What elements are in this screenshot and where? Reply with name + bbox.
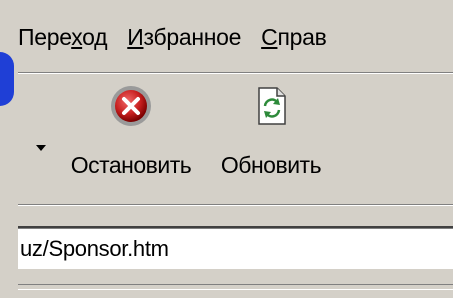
menu-bar: Переход Избранное Справ xyxy=(18,0,453,74)
addressbar-separator xyxy=(18,284,453,290)
refresh-button[interactable]: Обновить xyxy=(201,84,341,179)
refresh-icon xyxy=(258,87,286,125)
menu-item-go[interactable]: Переход xyxy=(18,24,108,51)
toolbar-separator xyxy=(18,204,453,206)
dropdown-arrow-icon[interactable] xyxy=(35,142,47,154)
toolbar: Остановить Обновить xyxy=(18,76,453,204)
address-url: uz/Sponsor.htm xyxy=(20,236,169,261)
ie-logo-edge xyxy=(0,52,14,106)
stop-label: Остановить xyxy=(70,152,192,178)
address-field[interactable]: uz/Sponsor.htm xyxy=(18,226,453,269)
browser-window: Переход Избранное Справ Остановить Обнов… xyxy=(0,0,453,298)
menu-item-help[interactable]: Справ xyxy=(261,24,327,51)
stop-icon xyxy=(111,86,151,126)
address-bar: uz/Sponsor.htm xyxy=(18,208,453,284)
menubar-separator xyxy=(18,72,453,74)
stop-button[interactable]: Остановить xyxy=(51,84,211,179)
refresh-label: Обновить xyxy=(220,152,322,178)
menu-item-favorites[interactable]: Избранное xyxy=(127,24,241,51)
